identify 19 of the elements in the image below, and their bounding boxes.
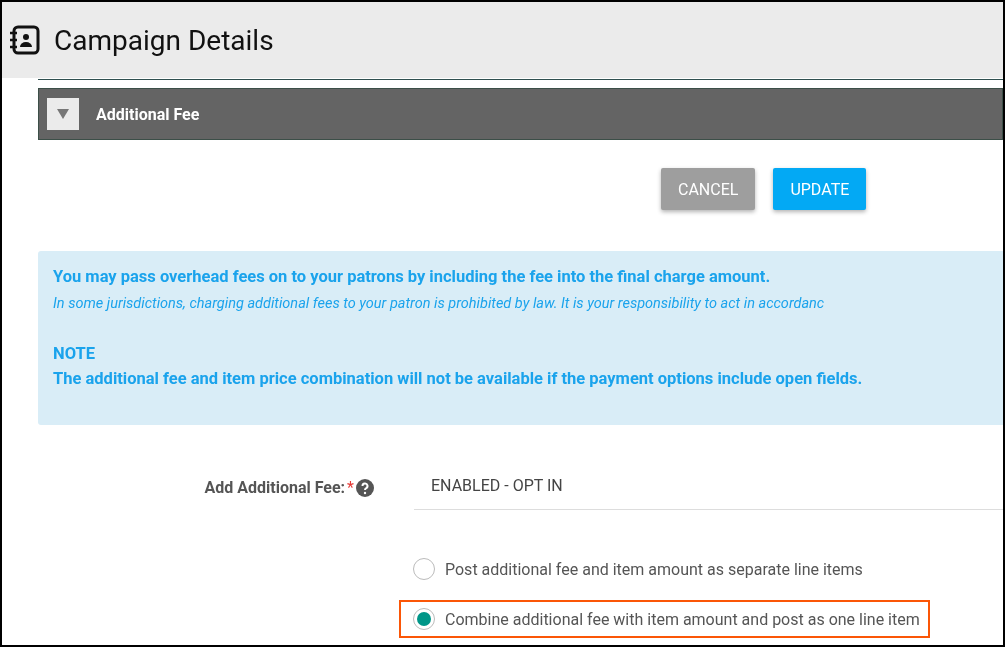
contact-book-icon	[8, 25, 40, 55]
option-label: Post additional fee and item amount as separate line items	[445, 559, 863, 579]
fee-select[interactable]: ENABLED - OPT IN	[414, 471, 1003, 510]
radio-button[interactable]	[413, 608, 435, 630]
page-title: Campaign Details	[54, 23, 274, 57]
disclaimer-text: In some jurisdictions, charging additional fees to your patron is prohibited by law. It is your responsibility to act in accordanc	[53, 295, 826, 312]
radio-button[interactable]	[413, 558, 435, 580]
info-text: You may pass overhead fees on to your patrons by including the fee into the final charge amount.	[53, 267, 772, 286]
required-mark: *	[347, 478, 354, 497]
caret-icon	[56, 108, 70, 120]
highlight-frame[interactable]: Combine additional fee with item amount and post as one line item	[399, 600, 930, 638]
field-label: Add Additional Fee:	[204, 478, 346, 497]
radio-option[interactable]: Post additional fee and item amount as separate line items	[399, 550, 873, 588]
note-text: The additional fee and item price combination will not be available if the payment options include open fields.	[53, 369, 864, 388]
note-heading: NOTE	[53, 344, 96, 363]
collapse-toggle[interactable]	[47, 98, 79, 130]
option-label: Combine additional fee with item amount and post as one line item	[445, 609, 920, 629]
section-title: Additional Fee	[96, 104, 200, 124]
help-icon[interactable]	[356, 478, 374, 497]
